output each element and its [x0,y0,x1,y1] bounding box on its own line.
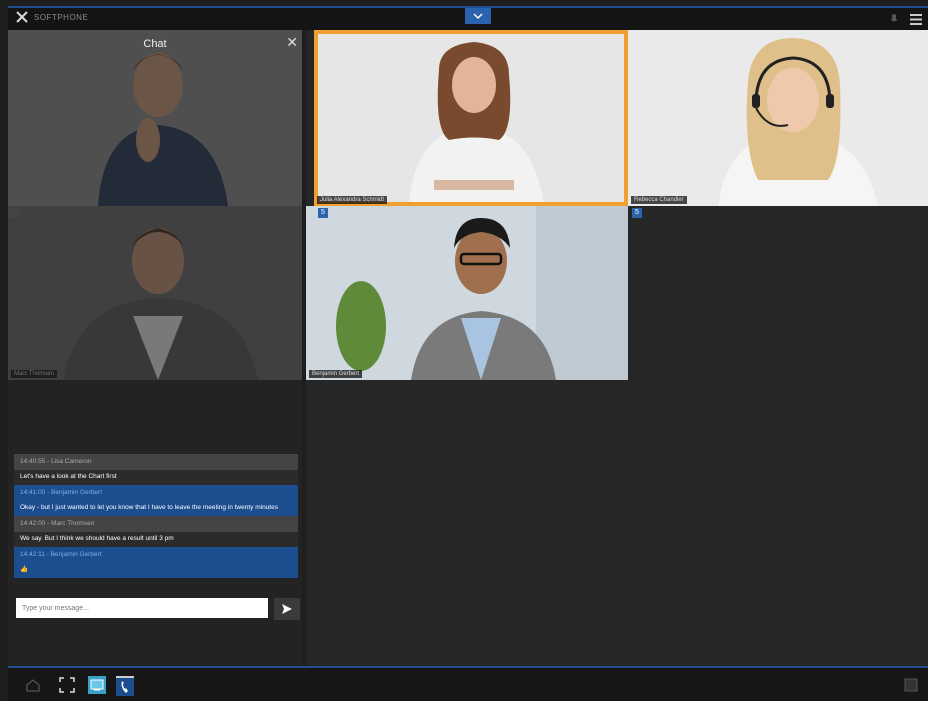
screen-share-icon [90,679,104,691]
hamburger-menu-icon[interactable] [910,12,922,30]
chat-title: Chat [143,38,167,50]
message-text: Okay - but I just wanted to let you know… [20,504,278,511]
participant-name-label: Benjamin Gerbert [309,370,363,378]
tile-indicator [8,208,20,218]
home-button[interactable] [24,676,42,694]
send-arrow-icon [282,604,292,614]
message-text: Let's have a look at the Chart first [14,470,298,485]
video-tile-marc-thomsen[interactable]: Marc Thomsen [8,206,302,380]
message-meta: 14:42:11 - Benjamin Gerbert [14,547,298,563]
video-tile-benjamin-gerbert[interactable]: Benjamin Gerbert [306,206,628,380]
participant-video [8,206,302,380]
participant-name-label: Rebecca Chandler [631,196,687,204]
message-text: 👍 [20,566,29,573]
collapse-toolbar-button[interactable] [465,8,491,24]
video-tile-julia-alexandra-schmidt[interactable]: Julia Alexandra Schmidt [314,30,628,206]
chat-panel: Marc Thomsen Chat ✕ 14:40:55 - Lisa Came… [8,30,302,666]
layout-button[interactable] [902,676,920,694]
close-chat-icon[interactable]: ✕ [286,34,298,51]
chat-message: 14:40:55 - Lisa Cameron Let's have a loo… [14,454,298,485]
chat-composer [16,598,300,620]
screen-share-button[interactable] [88,676,106,694]
video-tile-self[interactable] [8,30,302,206]
chat-message: 14:42:00 - Marc Thomsen We say. But I th… [14,516,298,547]
phone-icon [121,681,128,693]
message-text: We say. But I think we should have a res… [14,532,298,547]
chat-message-input[interactable] [16,598,268,618]
fullscreen-icon [59,677,75,693]
chevron-down-icon [473,13,483,19]
app-name: SOFTPHONE [34,12,89,22]
grid-layout-icon [904,678,918,692]
home-icon [26,679,40,692]
fullscreen-button[interactable] [58,676,76,694]
app-logo: SOFTPHONE [16,11,88,23]
message-meta: 14:42:00 - Marc Thomsen [14,516,298,532]
participant-video [306,206,628,380]
microphone-icon[interactable] [890,12,898,30]
participant-name-label: Marc Thomsen [11,370,57,378]
video-grid: Julia Alexandra Schmidt Rebecca Chandler [306,30,928,666]
participant-badge: 5 [632,208,642,218]
top-bar: SOFTPHONE [8,6,928,30]
bottom-toolbar [8,666,928,701]
chat-message: 14:41:00 - Benjamin Gerbert Okay - but I… [14,485,298,516]
participant-video [8,30,302,206]
participant-name-label: Julia Alexandra Schmidt [317,196,388,204]
x-logo-icon [16,11,28,23]
send-button[interactable] [274,598,300,620]
message-meta: 14:40:55 - Lisa Cameron [14,454,298,470]
video-tile-rebecca-chandler[interactable]: Rebecca Chandler [628,30,928,206]
chat-message-list: 14:40:55 - Lisa Cameron Let's have a loo… [14,454,298,578]
participant-badge: 5 [318,208,328,218]
chat-message: 14:42:11 - Benjamin Gerbert 👍 [14,547,298,578]
participant-video [628,30,928,206]
call-button[interactable] [116,676,134,696]
participant-video [314,30,628,206]
message-meta: 14:41:00 - Benjamin Gerbert [14,485,298,501]
